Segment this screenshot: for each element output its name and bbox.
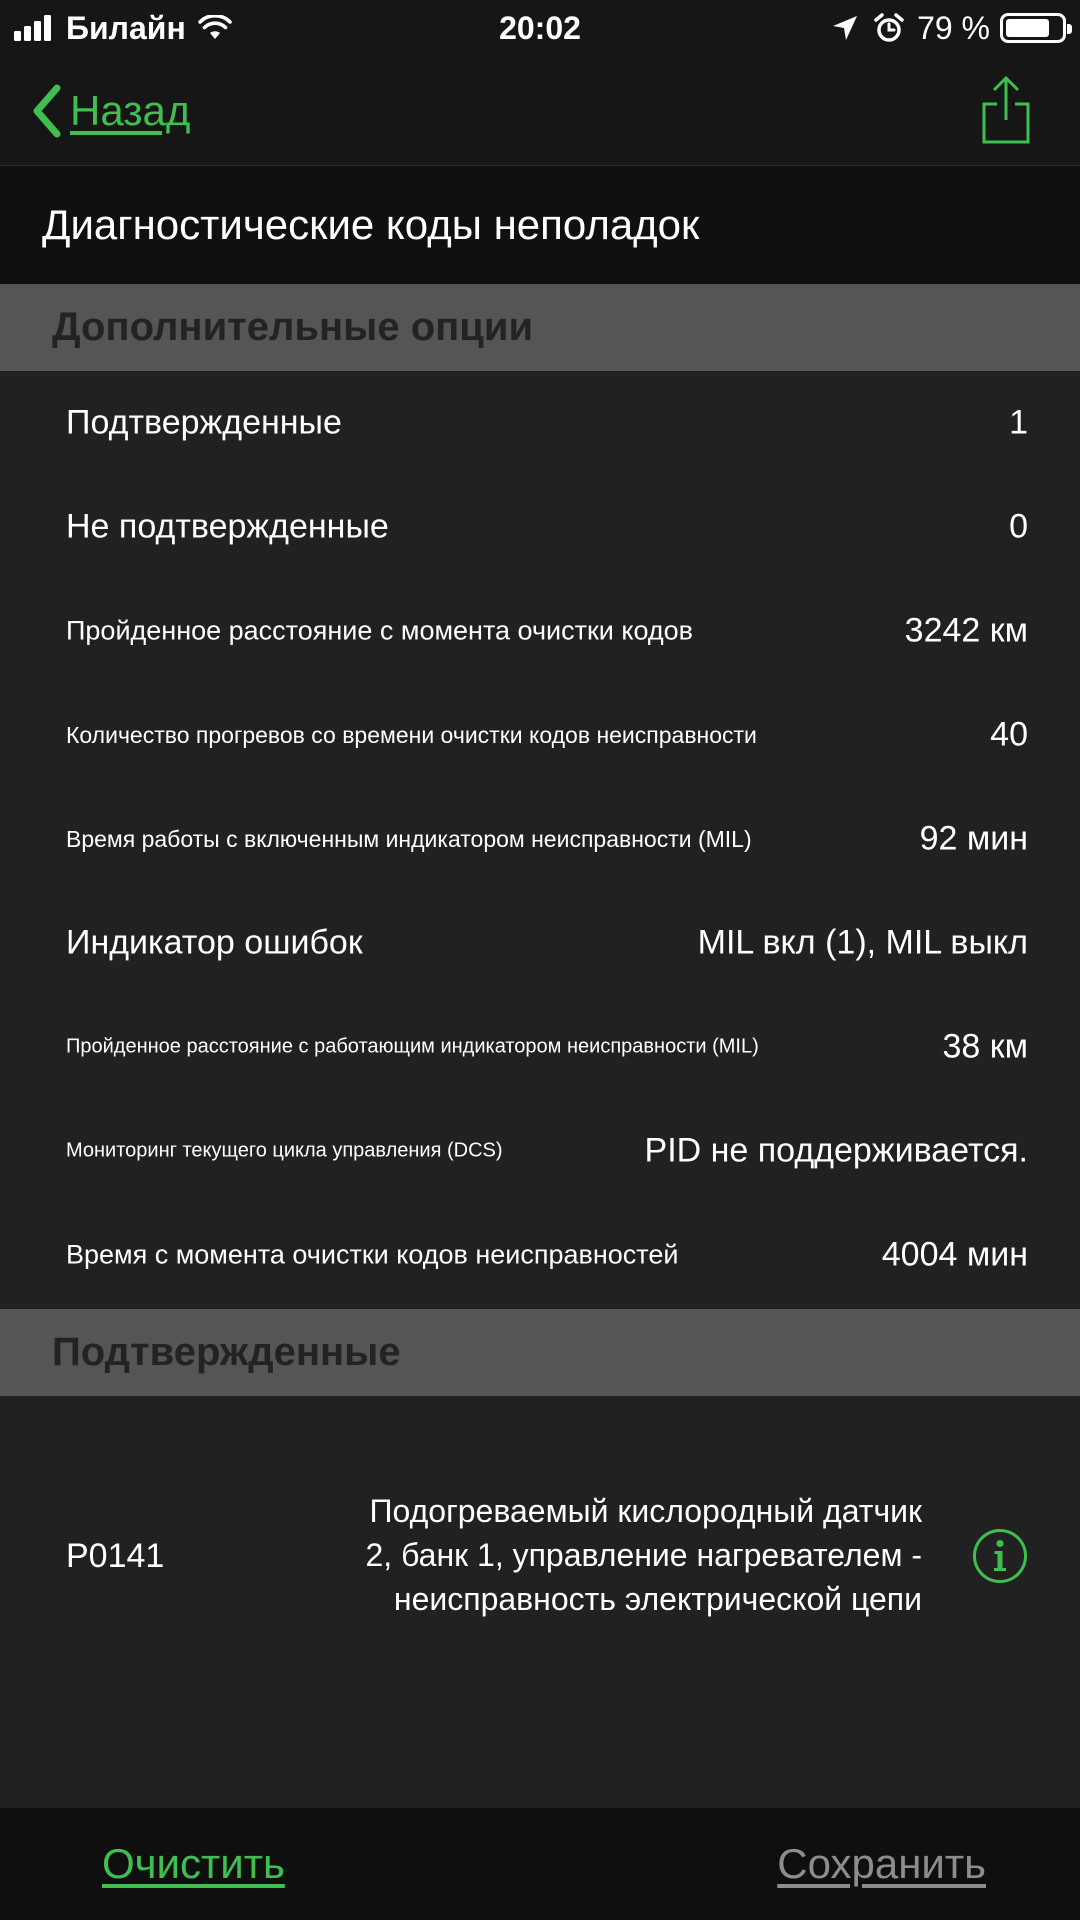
section-header-options: Дополнительные опции (0, 284, 1080, 371)
battery-percent: 79 % (917, 9, 990, 46)
list-item: Пройденное расстояние с момента очистки … (0, 579, 1080, 683)
row-label: Индикатор ошибок (66, 923, 363, 962)
row-value: 92 мин (919, 819, 1028, 858)
battery-icon (1000, 13, 1072, 43)
row-value: PID не поддерживается. (644, 1131, 1028, 1170)
back-button-label: Назад (70, 87, 191, 134)
section-title: Дополнительные опции (52, 305, 534, 349)
section-title: Подтвержденные (52, 1330, 401, 1374)
row-value: 3242 км (904, 611, 1028, 650)
nav-bar: Назад (0, 56, 1080, 166)
dtc-description-line: Подогреваемый кислородный датчик (369, 1493, 923, 1529)
list-item: Пройденное расстояние с работающим индик… (0, 995, 1080, 1099)
row-label: Подтвержденные (66, 403, 342, 442)
row-value: 4004 мин (881, 1235, 1028, 1274)
list-item: Время с момента очистки кодов неисправно… (0, 1203, 1080, 1307)
section-header-confirmed: Подтвержденные (0, 1309, 1080, 1396)
list-item: Мониторинг текущего цикла управления (DC… (0, 1099, 1080, 1203)
alarm-icon (874, 13, 904, 42)
row-label: Не подтвержденные (66, 507, 389, 546)
row-label: Количество прогревов со времени очистки … (66, 721, 757, 748)
status-bar: Билайн 20:02 79 % (0, 0, 1080, 56)
row-value: 38 км (942, 1027, 1028, 1066)
dtc-description-line: неисправность электрической цепи (393, 1581, 922, 1617)
row-label: Пройденное расстояние с момента очистки … (66, 615, 694, 646)
dtc-code: P0141 (66, 1537, 165, 1575)
save-button[interactable]: Сохранить (777, 1808, 986, 1920)
list-item: Время работы с включенным индикатором не… (0, 787, 1080, 891)
info-icon[interactable] (972, 1528, 1028, 1584)
options-list: Подтвержденные 1 Не подтвержденные 0 Про… (0, 371, 1080, 1307)
row-value: MIL вкл (1), MIL выкл (697, 923, 1028, 962)
row-label: Мониторинг текущего цикла управления (DC… (66, 1139, 503, 1162)
list-item: Подтвержденные 1 (0, 371, 1080, 475)
row-label: Время с момента очистки кодов неисправно… (66, 1239, 679, 1270)
title-bar: Диагностические коды неполадок (0, 166, 1080, 284)
location-icon (833, 16, 858, 40)
row-label: Время работы с включенным индикатором не… (66, 825, 752, 852)
dtc-description: Подогреваемый кислородный датчик 2, банк… (222, 1489, 922, 1621)
list-item: Количество прогревов со времени очистки … (0, 683, 1080, 787)
list-item: Индикатор ошибок MIL вкл (1), MIL выкл (0, 891, 1080, 995)
status-right: 79 % (831, 8, 1072, 48)
clear-button[interactable]: Очистить (102, 1808, 285, 1920)
battery-fill (1006, 19, 1049, 37)
row-value: 0 (1009, 507, 1028, 546)
share-icon[interactable] (978, 74, 1034, 146)
list-item: Не подтвержденные 0 (0, 475, 1080, 579)
page-title: Диагностические коды неполадок (42, 201, 700, 248)
row-label: Пройденное расстояние с работающим индик… (66, 1035, 759, 1058)
bottom-bar: Очистить Сохранить (0, 1808, 1080, 1920)
back-button[interactable]: Назад (32, 78, 190, 144)
dtc-row[interactable]: P0141 Подогреваемый кислородный датчик 2… (0, 1396, 1080, 1716)
row-value: 1 (1009, 403, 1028, 442)
dtc-description-line: 2, банк 1, управление нагревателем - (365, 1537, 922, 1573)
chevron-left-icon (33, 84, 61, 138)
row-value: 40 (990, 715, 1028, 754)
